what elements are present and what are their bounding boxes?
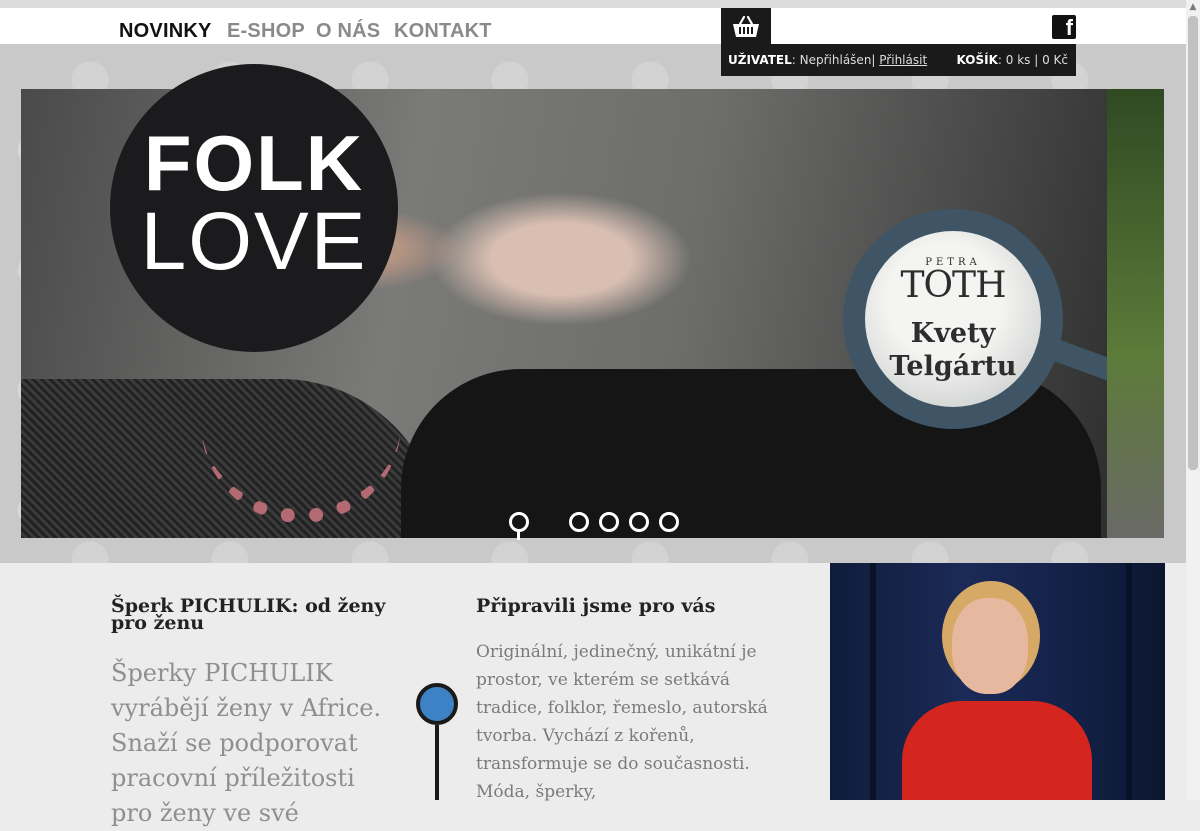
scroll-thumb[interactable] bbox=[1188, 16, 1198, 470]
cart-label: KOŠÍK bbox=[956, 53, 998, 67]
slider-dot-2[interactable] bbox=[569, 512, 589, 532]
pin-stem bbox=[435, 725, 439, 800]
badge-title: Kvety Telgártu bbox=[865, 317, 1041, 383]
slider-dots bbox=[0, 512, 1200, 542]
nav-item-novinky[interactable]: NOVINKY bbox=[119, 20, 212, 43]
cart-total: 0 Kč bbox=[1042, 53, 1068, 67]
nav-item-eshop[interactable]: E-SHOP bbox=[227, 20, 305, 43]
slider-dot-5[interactable] bbox=[659, 512, 679, 532]
logo-line-2: LOVE bbox=[140, 196, 368, 287]
slider-dot-4[interactable] bbox=[629, 512, 649, 532]
badge-face: PETRA TOTH Kvety Telgártu bbox=[865, 231, 1041, 407]
user-bar: UŽIVATEL: Nepřihlášen| Přihlásit KOŠÍK: … bbox=[721, 44, 1076, 76]
folk-love-logo[interactable]: FOLK LOVE bbox=[110, 64, 398, 352]
nav-item-o-nas[interactable]: O NÁS bbox=[316, 20, 380, 43]
slider-dot-3[interactable] bbox=[599, 512, 619, 532]
main-navigation: NOVINKY E-SHOP O NÁS KONTAKT bbox=[0, 8, 1186, 44]
collection-badge[interactable]: PETRA TOTH Kvety Telgártu bbox=[843, 209, 1125, 429]
article-2-title[interactable]: Připravili jsme pro vás bbox=[476, 597, 796, 616]
badge-title-line-1: Kvety bbox=[910, 318, 996, 349]
pin-icon bbox=[416, 683, 458, 725]
nav-item-kontakt[interactable]: KONTAKT bbox=[394, 20, 492, 43]
cart-count: 0 ks bbox=[1005, 53, 1031, 67]
cart-button[interactable] bbox=[721, 8, 771, 45]
vertical-scrollbar[interactable]: ▲ bbox=[1186, 0, 1200, 800]
top-strip bbox=[0, 0, 1186, 8]
badge-title-line-2: Telgártu bbox=[889, 351, 1017, 382]
slider-dot-1[interactable] bbox=[509, 512, 529, 540]
portrait-red-dress bbox=[902, 701, 1092, 800]
portrait-face bbox=[952, 598, 1028, 694]
basket-icon bbox=[733, 15, 759, 37]
cart-info[interactable]: KOŠÍK: 0 ks | 0 Kč bbox=[957, 53, 1068, 67]
badge-brand: TOTH bbox=[900, 265, 1007, 306]
facebook-icon[interactable]: f bbox=[1052, 15, 1076, 39]
user-info: UŽIVATEL: Nepřihlášen| Přihlásit bbox=[728, 53, 928, 67]
next-slide-preview bbox=[1107, 89, 1164, 538]
login-link[interactable]: Přihlásit bbox=[879, 53, 927, 67]
logo-line-1: FOLK bbox=[143, 119, 365, 207]
portrait-image bbox=[830, 563, 1165, 800]
article-2-text: Originální, jedinečný, unikátní je prost… bbox=[476, 642, 768, 802]
article-1-lead: Šperky PICHULIK vyrábějí ženy v Africe. … bbox=[111, 659, 382, 827]
scroll-up-arrow-icon[interactable]: ▲ bbox=[1186, 0, 1200, 14]
user-status: Nepřihlášen bbox=[799, 53, 872, 67]
user-label: UŽIVATEL bbox=[728, 53, 792, 67]
article-1-title[interactable]: Šperk PICHULIK: od ženy pro ženu bbox=[111, 597, 411, 633]
